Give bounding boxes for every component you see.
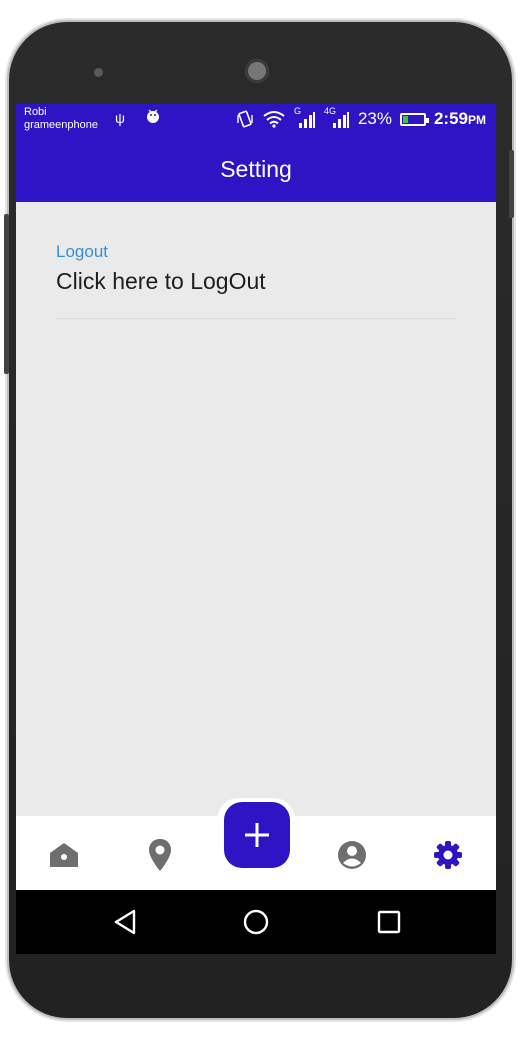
volume-button <box>4 214 9 374</box>
divider <box>56 318 456 319</box>
page-title: Setting <box>220 156 292 182</box>
battery-percent: 23% <box>357 109 392 128</box>
carrier-name-2: grameenphone <box>24 119 99 131</box>
home-icon <box>50 843 78 867</box>
back-button[interactable] <box>109 906 141 938</box>
preference-title: Logout <box>56 242 108 261</box>
gear-icon <box>434 841 462 869</box>
front-camera <box>245 59 269 83</box>
preference-summary: Click here to LogOut <box>56 268 266 294</box>
add-icon <box>245 823 269 847</box>
signal-strength-icon: 4G <box>324 106 350 128</box>
recents-button[interactable] <box>373 906 405 938</box>
clock-time: 2:59 <box>433 109 468 128</box>
app-bar: Setting <box>16 136 496 202</box>
usb-icon: ψ <box>115 110 125 126</box>
account-circle-icon <box>338 841 366 869</box>
system-navigation-bar <box>16 890 496 954</box>
signal-strength-icon: G <box>294 106 316 128</box>
battery-icon <box>399 112 429 126</box>
clock-suffix: PM <box>468 113 486 127</box>
bottom-navigation <box>16 798 496 890</box>
location-pin-icon <box>149 839 171 871</box>
screen: Robi grameenphone ψ G 4G 23% 2:59PM Sett… <box>16 104 496 954</box>
nav-profile[interactable] <box>335 838 369 872</box>
carrier-name-1: Robi <box>24 106 47 118</box>
back-triangle-icon <box>114 909 136 935</box>
fab-notch <box>217 798 295 876</box>
wifi-icon <box>263 111 285 128</box>
recents-square-icon <box>377 910 401 934</box>
logout-preference[interactable]: Logout Click here to LogOut <box>56 242 456 295</box>
clock: 2:59PM <box>434 109 486 129</box>
home-circle-icon <box>243 909 269 935</box>
android-debug-icon <box>147 109 159 123</box>
earpiece-speaker <box>94 68 103 77</box>
power-button <box>509 150 514 218</box>
nav-home[interactable] <box>47 838 81 872</box>
carrier-info: Robi grameenphone <box>24 106 98 132</box>
status-icons: G 4G 23% 2:59PM <box>236 106 486 129</box>
battery-level <box>402 115 409 123</box>
vibrate-icon <box>237 110 253 128</box>
status-bar: Robi grameenphone ψ G 4G 23% 2:59PM <box>16 104 496 136</box>
nav-location[interactable] <box>143 838 177 872</box>
home-button[interactable] <box>240 906 272 938</box>
add-button[interactable] <box>224 802 290 868</box>
nav-settings[interactable] <box>431 838 465 872</box>
